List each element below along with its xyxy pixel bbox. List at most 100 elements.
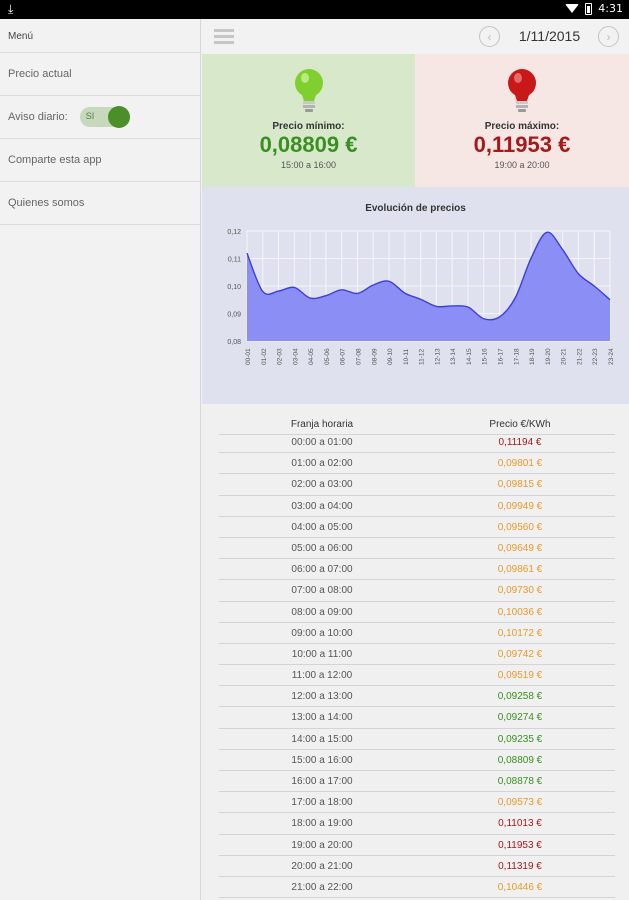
- price-value: 0,09274 €: [497, 712, 543, 724]
- price-value: 0,09235 €: [497, 733, 543, 745]
- table-row: 06:00 a 07:00 0,09861 €: [219, 559, 615, 581]
- max-price-range: 19:00 a 20:00: [494, 160, 550, 170]
- sidebar-menu: Menú Precio actual Aviso diario: SI Comp…: [0, 19, 201, 900]
- table-row: 10:00 a 11:00 0,09742 €: [219, 644, 615, 666]
- price-value: 0,09815 €: [497, 479, 543, 491]
- hour-range: 14:00 a 15:00: [291, 733, 353, 745]
- x-tick-label: 23-24: [608, 348, 615, 365]
- chart-svg: 0,12 0,11 0,10 0,09 0,08 00-01 01-02 02-03 03-04…: [227, 229, 615, 365]
- x-tick-label: 14-15: [466, 348, 473, 365]
- min-price-label: Precio mínimo:: [272, 121, 345, 132]
- x-tick-label: 12-13: [434, 348, 441, 365]
- sidebar-item-quienes-somos[interactable]: Quienes somos: [0, 182, 200, 225]
- green-lightbulb-icon: [294, 69, 323, 112]
- battery-icon: [585, 2, 593, 15]
- sidebar-item-aviso-diario: Aviso diario: SI: [0, 96, 200, 139]
- chevron-right-icon[interactable]: ›: [598, 26, 619, 47]
- price-value: 0,09649 €: [497, 542, 543, 554]
- hour-range: 18:00 a 19:00: [291, 818, 353, 830]
- price-value: 0,09258 €: [497, 691, 543, 703]
- x-tick-label: 15-16: [482, 348, 489, 365]
- y-tick-label: 0,09: [227, 312, 241, 319]
- hour-range: 08:00 a 09:00: [291, 606, 353, 618]
- x-tick-label: 21-22: [576, 348, 583, 365]
- status-icons: 4:31: [565, 2, 623, 15]
- price-value: 0,09519 €: [497, 670, 543, 682]
- hour-range: 12:00 a 13:00: [291, 691, 353, 703]
- header-hour: Franja horaria: [290, 419, 354, 430]
- y-tick-label: 0,10: [227, 284, 241, 291]
- table-row: 00:00 a 01:00 0,11194 €: [219, 432, 615, 454]
- x-tick-label: 06-07: [340, 348, 347, 365]
- table-row: 11:00 a 12:00 0,09519 €: [219, 665, 615, 687]
- price-value: 0,11013 €: [498, 818, 542, 830]
- price-value: 0,09801 €: [497, 458, 543, 470]
- table-row: 09:00 a 10:00 0,10172 €: [219, 623, 615, 644]
- x-tick-label: 13-14: [450, 348, 457, 365]
- status-time: 4:31: [598, 2, 623, 15]
- table-row: 21:00 a 22:00 0,10446 €: [219, 877, 615, 899]
- x-tick-label: 22-23: [592, 348, 599, 365]
- price-table: Franja horaria Precio €/KWh 00:00 a 01:0…: [202, 404, 629, 900]
- table-rows: 00:00 a 01:00 0,11194 € 01:00 a 02:00 0,098…: [219, 432, 615, 899]
- price-value: 0,09730 €: [497, 585, 543, 597]
- hour-range: 13:00 a 14:00: [291, 712, 353, 724]
- hour-range: 02:00 a 03:00: [291, 479, 353, 491]
- x-tick-label: 07-08: [355, 348, 362, 365]
- hour-range: 17:00 a 18:00: [291, 797, 353, 809]
- price-value: 0,10036 €: [497, 606, 543, 618]
- x-tick-label: 08-09: [371, 348, 378, 365]
- y-tick-label: 0,12: [227, 229, 241, 236]
- hour-range: 00:00 a 01:00: [291, 437, 353, 448]
- x-tick-label: 10-11: [403, 348, 410, 365]
- current-date: 1/11/2015: [518, 28, 581, 44]
- hour-range: 07:00 a 08:00: [291, 585, 353, 597]
- table-row: 19:00 a 20:00 0,11953 €: [219, 835, 615, 856]
- download-icon: ⤓: [8, 2, 14, 16]
- toggle-label: SI: [85, 111, 95, 121]
- y-tick-label: 0,08: [227, 339, 241, 346]
- price-value: 0,09742 €: [497, 648, 543, 660]
- x-tick-label: 16-17: [498, 348, 505, 365]
- max-price-label: Precio máximo:: [484, 121, 560, 132]
- menu-title: Menú: [0, 19, 200, 53]
- price-value: 0,11953 €: [498, 839, 542, 851]
- status-bar: ⤓ 4:31: [0, 0, 629, 19]
- hamburger-icon[interactable]: [214, 29, 234, 44]
- table-row: 15:00 a 16:00 0,08809 €: [219, 750, 615, 771]
- price-value: 0,09949 €: [497, 500, 543, 512]
- area-fill: [247, 232, 610, 341]
- price-value: 0,08878 €: [497, 776, 543, 787]
- hour-range: 21:00 a 22:00: [291, 881, 353, 893]
- price-value: 0,11194 €: [498, 437, 542, 448]
- sidebar-item-precio-actual[interactable]: Precio actual: [0, 53, 200, 96]
- hour-range: 11:00 a 12:00: [291, 670, 353, 682]
- hour-range: 19:00 a 20:00: [291, 839, 353, 851]
- sidebar-item-label: Quienes somos: [8, 197, 85, 209]
- y-tick-label: 0,11: [228, 257, 241, 264]
- price-value: 0,11319 €: [498, 860, 542, 872]
- sidebar-item-label: Precio actual: [8, 68, 72, 80]
- hour-range: 06:00 a 07:00: [291, 564, 353, 576]
- table-row: 13:00 a 14:00 0,09274 €: [219, 707, 615, 729]
- sidebar-item-comparte[interactable]: Comparte esta app: [0, 139, 200, 182]
- aviso-diario-toggle[interactable]: SI: [79, 106, 130, 128]
- x-tick-label: 03-04: [292, 348, 299, 365]
- toggle-knob[interactable]: [107, 106, 130, 128]
- sidebar-item-label: Comparte esta app: [8, 154, 102, 166]
- x-tick-label: 05-06: [324, 348, 331, 365]
- x-tick-label: 18-19: [529, 348, 536, 365]
- table-row: 02:00 a 03:00 0,09815 €: [219, 474, 615, 496]
- price-value: 0,08809 €: [497, 754, 543, 766]
- max-price-value: 0,11953 €: [473, 132, 571, 157]
- header-price: Precio €/KWh: [489, 419, 551, 430]
- price-value: 0,10446 €: [497, 881, 543, 893]
- sidebar-item-label: Aviso diario:: [8, 111, 68, 123]
- red-lightbulb-icon: [508, 69, 536, 112]
- top-bar: ‹ 1/11/2015 ›: [202, 19, 629, 54]
- x-tick-label: 11-12: [419, 348, 426, 365]
- table-row: 01:00 a 02:00 0,09801 €: [219, 453, 615, 475]
- table-row: 18:00 a 19:00 0,11013 €: [219, 813, 615, 835]
- hour-range: 10:00 a 11:00: [291, 648, 353, 660]
- chevron-left-icon[interactable]: ‹: [479, 26, 500, 47]
